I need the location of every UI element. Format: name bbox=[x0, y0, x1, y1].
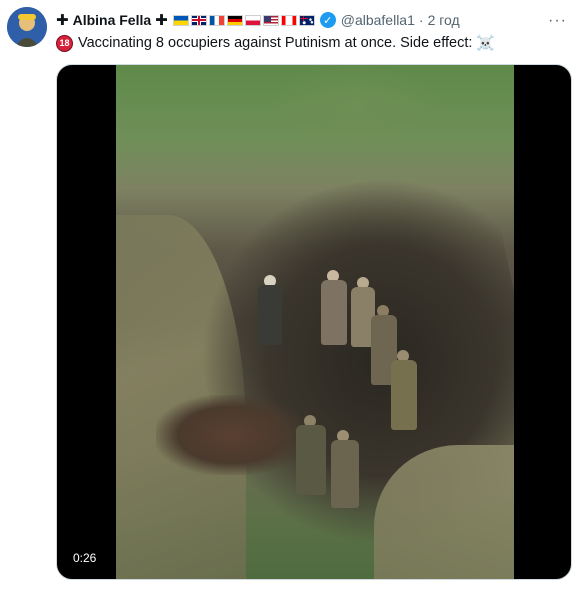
video-frame[interactable] bbox=[116, 65, 514, 579]
author-name[interactable]: Albina Fella bbox=[73, 12, 152, 28]
tweet-header: ✚ Albina Fella ✚ ✓ @albafella1 · 2 год bbox=[56, 10, 460, 30]
skull-crossbones-icon: ☠️ bbox=[476, 35, 496, 52]
flag-canada-icon bbox=[280, 14, 297, 26]
verified-badge-icon: ✓ bbox=[319, 12, 336, 28]
flag-australia-icon bbox=[298, 14, 315, 26]
avatar[interactable] bbox=[7, 7, 47, 47]
more-options-icon[interactable]: ··· bbox=[548, 12, 567, 30]
flag-united-states-icon bbox=[262, 14, 279, 26]
flag-list bbox=[172, 14, 315, 26]
flag-united-kingdom-icon bbox=[190, 14, 207, 26]
name-prefix: ✚ bbox=[56, 12, 69, 29]
tweet[interactable]: ✚ Albina Fella ✚ ✓ @albafella1 · 2 год ·… bbox=[0, 0, 585, 593]
dirt-mound bbox=[156, 395, 306, 475]
avatar-image bbox=[7, 7, 47, 47]
flag-germany-icon bbox=[226, 14, 243, 26]
tweet-text: 18 Vaccinating 8 occupiers against Putin… bbox=[56, 32, 495, 54]
flag-poland-icon bbox=[244, 14, 261, 26]
author-handle[interactable]: @albafella1 bbox=[341, 12, 415, 28]
tweet-text-body: Vaccinating 8 occupiers against Putinism… bbox=[78, 35, 473, 51]
tweet-time[interactable]: 2 год bbox=[428, 12, 460, 28]
separator: · bbox=[418, 12, 424, 28]
video-player[interactable]: 0:26 bbox=[56, 64, 572, 580]
age-restriction-icon: 18 bbox=[56, 34, 73, 52]
flag-france-icon bbox=[208, 14, 225, 26]
video-duration: 0:26 bbox=[73, 551, 97, 565]
flag-ukraine-icon bbox=[172, 14, 189, 26]
name-suffix: ✚ bbox=[155, 12, 168, 29]
